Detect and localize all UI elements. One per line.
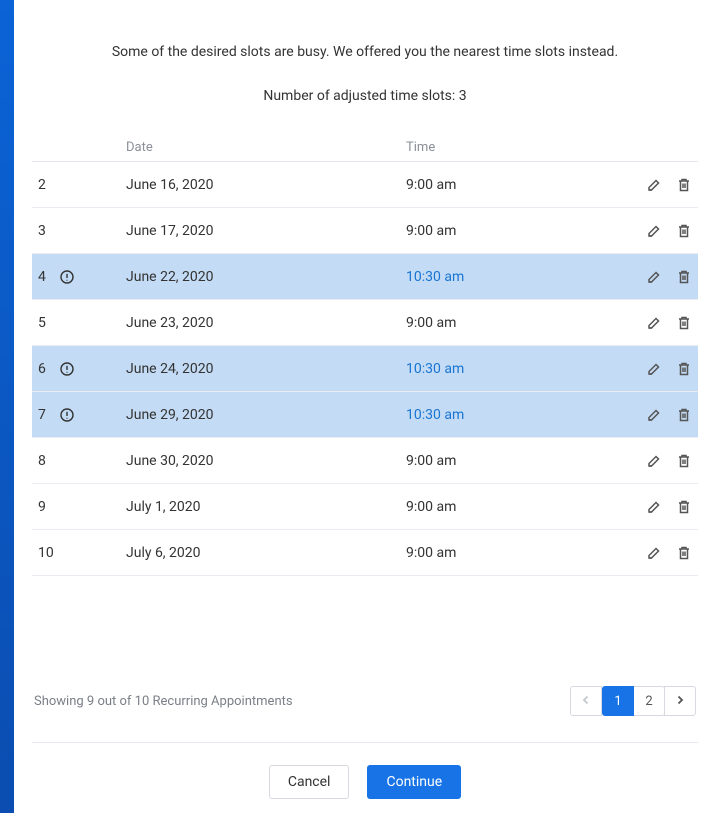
row-index: 2 — [32, 177, 56, 193]
row-date: June 23, 2020 — [126, 315, 406, 331]
table-header-date-label: Date — [126, 140, 153, 155]
table-header-date: Date — [126, 140, 406, 155]
row-warning-cell — [56, 362, 126, 376]
row-time: 9:00 am — [406, 453, 628, 469]
dialog-actions: Cancel Continue — [32, 743, 698, 817]
edit-icon[interactable] — [646, 499, 662, 515]
table-row: 8 June 30, 20209:00 am — [32, 438, 698, 484]
busy-slots-notice: Some of the desired slots are busy. We o… — [32, 0, 698, 60]
pager-page-button[interactable]: 2 — [633, 686, 665, 716]
edit-icon[interactable] — [646, 223, 662, 239]
row-warning-cell — [56, 408, 126, 422]
row-actions — [628, 499, 698, 515]
table-header-row: Date Time — [32, 134, 698, 162]
row-index: 6 — [32, 361, 56, 377]
row-actions — [628, 453, 698, 469]
row-date: June 24, 2020 — [126, 361, 406, 377]
slots-table: Date Time 2June 16, 20209:00 am3June 17,… — [32, 134, 698, 576]
row-time: 9:00 am — [406, 315, 628, 331]
pager-page-button[interactable]: 1 — [602, 686, 634, 716]
row-index: 3 — [32, 223, 56, 239]
row-time: 10:30 am — [406, 407, 628, 423]
trash-icon[interactable] — [676, 177, 692, 193]
edit-icon[interactable] — [646, 453, 662, 469]
row-warning-cell — [56, 270, 126, 284]
row-time: 9:00 am — [406, 177, 628, 193]
trash-icon[interactable] — [676, 545, 692, 561]
row-time: 9:00 am — [406, 499, 628, 515]
left-accent-stripe — [0, 0, 14, 813]
row-date: July 6, 2020 — [126, 545, 406, 561]
row-time: 9:00 am — [406, 223, 628, 239]
table-footer: Showing 9 out of 10 Recurring Appointmen… — [32, 686, 698, 716]
trash-icon[interactable] — [676, 269, 692, 285]
row-time: 10:30 am — [406, 269, 628, 285]
row-date: June 30, 2020 — [126, 453, 406, 469]
row-index: 8 — [32, 453, 56, 469]
edit-icon[interactable] — [646, 361, 662, 377]
edit-icon[interactable] — [646, 407, 662, 423]
pagination: 12 — [570, 686, 696, 716]
row-time: 9:00 am — [406, 545, 628, 561]
warning-icon — [60, 408, 74, 422]
row-index: 4 — [32, 269, 56, 285]
row-date: June 22, 2020 — [126, 269, 406, 285]
row-date: June 17, 2020 — [126, 223, 406, 239]
chevron-right-icon — [675, 694, 685, 709]
row-actions — [628, 407, 698, 423]
pager-next-button[interactable] — [664, 686, 696, 716]
table-row: 3 June 17, 20209:00 am — [32, 208, 698, 254]
table-row: 10 July 6, 20209:00 am — [32, 530, 698, 576]
continue-button[interactable]: Continue — [367, 765, 461, 799]
warning-icon — [60, 270, 74, 284]
table-row: 7 June 29, 202010:30 am — [32, 392, 698, 438]
row-index: 7 — [32, 407, 56, 423]
trash-icon[interactable] — [676, 315, 692, 331]
trash-icon[interactable] — [676, 453, 692, 469]
cancel-button[interactable]: Cancel — [269, 765, 350, 799]
row-date: July 1, 2020 — [126, 499, 406, 515]
table-row: 4 June 22, 202010:30 am — [32, 254, 698, 300]
trash-icon[interactable] — [676, 361, 692, 377]
dialog-content: Some of the desired slots are busy. We o… — [14, 0, 716, 817]
chevron-left-icon — [581, 694, 591, 709]
adjusted-count-label: Number of adjusted time slots: 3 — [32, 88, 698, 104]
trash-icon[interactable] — [676, 223, 692, 239]
row-actions — [628, 269, 698, 285]
table-row: 5 June 23, 20209:00 am — [32, 300, 698, 346]
row-index: 10 — [32, 545, 56, 561]
row-actions — [628, 177, 698, 193]
pager-prev-button[interactable] — [570, 686, 602, 716]
row-index: 9 — [32, 499, 56, 515]
row-actions — [628, 545, 698, 561]
table-header-time-label: Time — [406, 140, 435, 155]
row-date: June 16, 2020 — [126, 177, 406, 193]
trash-icon[interactable] — [676, 407, 692, 423]
trash-icon[interactable] — [676, 499, 692, 515]
table-row: 2 June 16, 20209:00 am — [32, 162, 698, 208]
table-header-time: Time — [406, 140, 628, 155]
table-row: 9 July 1, 20209:00 am — [32, 484, 698, 530]
row-time: 10:30 am — [406, 361, 628, 377]
row-actions — [628, 223, 698, 239]
edit-icon[interactable] — [646, 315, 662, 331]
warning-icon — [60, 362, 74, 376]
showing-count-label: Showing 9 out of 10 Recurring Appointmen… — [34, 694, 293, 709]
row-actions — [628, 361, 698, 377]
table-row: 6 June 24, 202010:30 am — [32, 346, 698, 392]
row-index: 5 — [32, 315, 56, 331]
row-date: June 29, 2020 — [126, 407, 406, 423]
edit-icon[interactable] — [646, 177, 662, 193]
row-actions — [628, 315, 698, 331]
edit-icon[interactable] — [646, 545, 662, 561]
edit-icon[interactable] — [646, 269, 662, 285]
